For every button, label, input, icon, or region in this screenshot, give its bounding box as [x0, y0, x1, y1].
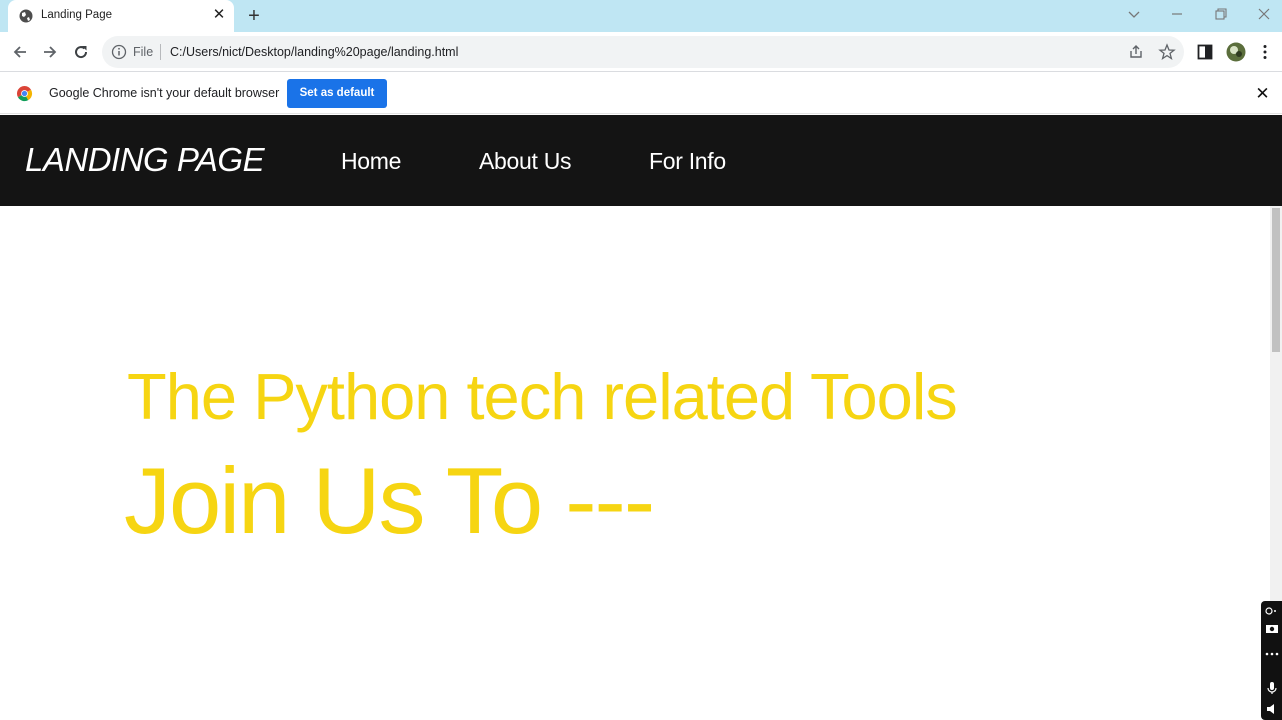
nav-link-for-info[interactable]: For Info	[649, 148, 726, 175]
nav-link-home[interactable]: Home	[341, 148, 401, 175]
microphone-icon[interactable]	[1264, 681, 1280, 695]
globe-icon	[19, 9, 33, 23]
url-scheme: File	[133, 45, 154, 59]
bookmark-star-icon[interactable]	[1158, 43, 1176, 61]
url-separator	[160, 44, 161, 60]
profile-avatar[interactable]	[1226, 42, 1246, 62]
new-tab-button[interactable]: +	[244, 5, 264, 27]
speaker-icon[interactable]	[1264, 702, 1280, 716]
url-text[interactable]: C:/Users/nict/Desktop/landing%20page/lan…	[170, 45, 458, 59]
tab-title: Landing Page	[41, 9, 112, 21]
tab-landing-page[interactable]: Landing Page ✕	[8, 0, 234, 32]
tab-search-chevron-icon[interactable]	[1124, 4, 1144, 24]
scrollbar-thumb[interactable]	[1272, 208, 1280, 352]
site-brand[interactable]: LANDING PAGE	[25, 141, 265, 179]
browser-toolbar: File C:/Users/nict/Desktop/landing%20pag…	[0, 32, 1282, 72]
site-navbar: LANDING PAGE Home About Us For Info	[0, 115, 1282, 206]
web-page: LANDING PAGE Home About Us For Info The …	[0, 115, 1282, 720]
close-tab-icon[interactable]: ✕	[211, 6, 227, 24]
forward-arrow-icon[interactable]	[40, 42, 60, 62]
reload-icon[interactable]	[71, 42, 91, 62]
set-as-default-button[interactable]: Set as default	[287, 79, 387, 108]
restore-icon[interactable]	[1211, 4, 1231, 24]
screen-recorder-widget	[1261, 601, 1282, 720]
chrome-logo-icon	[16, 85, 33, 102]
nav-link-about-us[interactable]: About Us	[479, 148, 572, 175]
default-browser-infobar: Google Chrome isn't your default browser…	[0, 73, 1282, 114]
infobar-message: Google Chrome isn't your default browser	[49, 86, 280, 100]
more-dots-icon[interactable]	[1264, 647, 1280, 661]
tab-strip: Landing Page ✕ +	[0, 0, 1282, 32]
hero-typing-text: Join Us To ---	[124, 448, 655, 553]
link-icon[interactable]	[1264, 604, 1280, 618]
hero-heading: The Python tech related Tools	[127, 360, 958, 433]
side-panel-icon[interactable]	[1196, 43, 1214, 61]
info-icon[interactable]	[111, 44, 127, 60]
minimize-icon[interactable]	[1167, 4, 1187, 24]
address-bar[interactable]: File C:/Users/nict/Desktop/landing%20pag…	[102, 36, 1184, 68]
back-arrow-icon[interactable]	[10, 42, 30, 62]
close-window-icon[interactable]	[1254, 4, 1274, 24]
camera-icon[interactable]	[1264, 621, 1280, 635]
menu-dots-icon[interactable]	[1256, 43, 1274, 61]
share-icon[interactable]	[1127, 43, 1145, 61]
close-infobar-icon[interactable]: ✕	[1254, 85, 1271, 102]
